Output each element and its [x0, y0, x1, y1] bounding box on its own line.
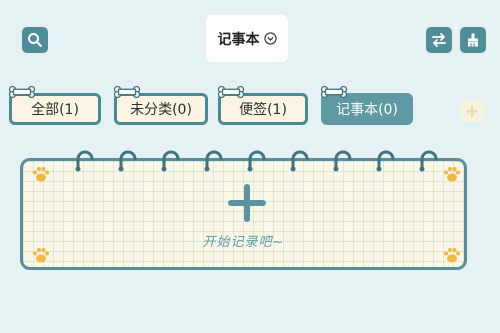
- search-button[interactable]: [22, 27, 48, 53]
- tab-notebook[interactable]: 记事本(0): [320, 85, 413, 125]
- add-category-button[interactable]: +: [460, 100, 484, 122]
- bone-icon: [217, 85, 245, 99]
- plus-icon[interactable]: [225, 181, 269, 225]
- bone-icon: [320, 85, 348, 99]
- bone-icon: [113, 85, 141, 99]
- search-icon: [28, 33, 42, 47]
- tab-sticky-notes[interactable]: 便签(1): [217, 85, 308, 125]
- paw-icon: [444, 167, 460, 182]
- tab-uncategorized[interactable]: 未分类(0): [113, 85, 208, 125]
- swap-arrows-icon: [432, 33, 446, 47]
- brush-icon: [468, 33, 478, 47]
- page-title: 记事本: [217, 31, 260, 48]
- chevron-down-icon: [263, 32, 277, 45]
- swap-button[interactable]: [426, 27, 452, 53]
- notebook-card[interactable]: 开始记录吧~: [20, 150, 467, 270]
- tab-all-label: 全部(1): [31, 102, 79, 118]
- tab-sticky-notes-label: 便签(1): [239, 102, 287, 118]
- binder-rings: [75, 150, 438, 172]
- notebook-selector[interactable]: 记事本: [206, 15, 288, 62]
- tab-notebook-label: 记事本(0): [336, 102, 398, 118]
- empty-state-text: 开始记录吧~: [202, 235, 285, 250]
- tab-all[interactable]: 全部(1): [8, 85, 101, 125]
- tab-uncategorized-label: 未分类(0): [130, 102, 192, 118]
- paw-icon: [33, 167, 49, 182]
- bone-icon: [8, 85, 36, 99]
- clean-button[interactable]: [460, 27, 486, 53]
